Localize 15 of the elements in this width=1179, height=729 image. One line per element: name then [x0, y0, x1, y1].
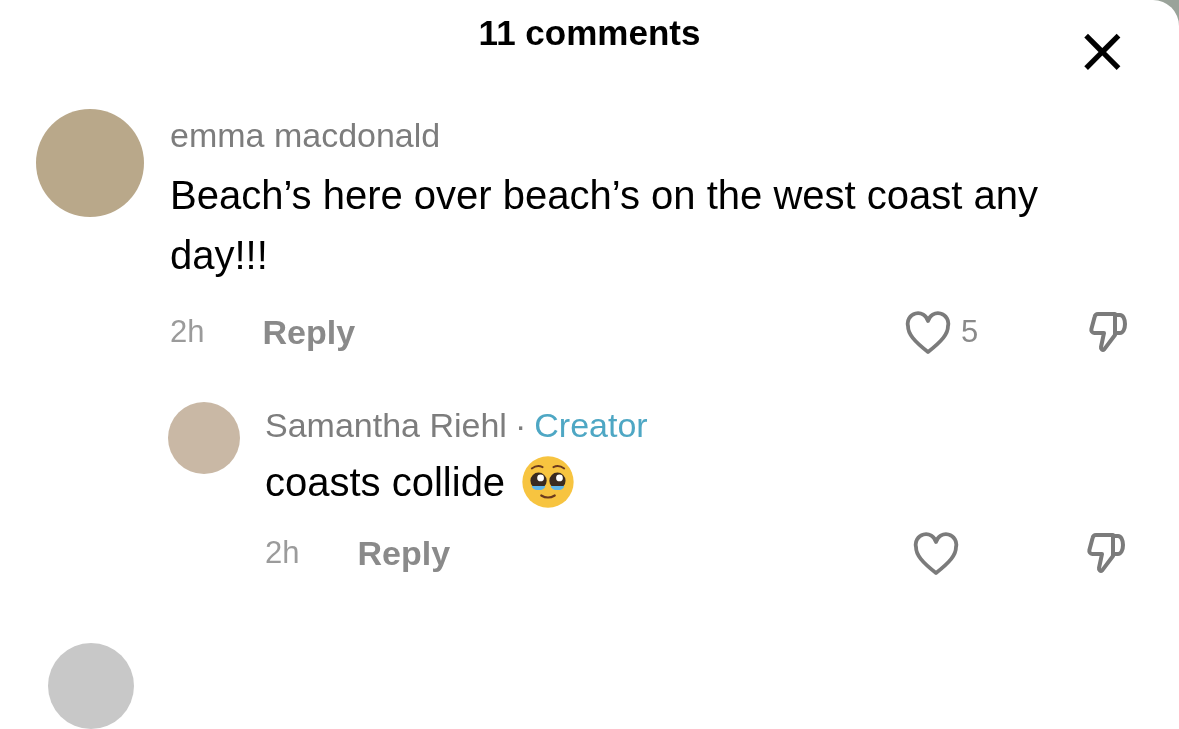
reply-text: coasts collide	[265, 459, 506, 506]
like-count: 5	[961, 313, 979, 352]
reply-author[interactable]: Samantha Riehl	[265, 402, 507, 448]
heart-icon[interactable]	[903, 310, 953, 355]
comment-time: 2h	[170, 313, 205, 352]
reply-link[interactable]: Reply	[262, 307, 356, 358]
comments-count-title: 11 comments	[478, 12, 701, 55]
close-button[interactable]: ×	[1075, 18, 1129, 82]
creator-label: Creator	[534, 405, 648, 446]
heart-icon[interactable]	[911, 531, 961, 576]
comment-author[interactable]: emma macdonald	[170, 113, 1179, 157]
comment-text: Beach’s here over beach’s on the west coast any day!!!	[170, 172, 1039, 279]
separator-dot: ·	[514, 405, 527, 446]
reply-link[interactable]: Reply	[357, 528, 451, 579]
comment-time: 2h	[265, 534, 300, 573]
